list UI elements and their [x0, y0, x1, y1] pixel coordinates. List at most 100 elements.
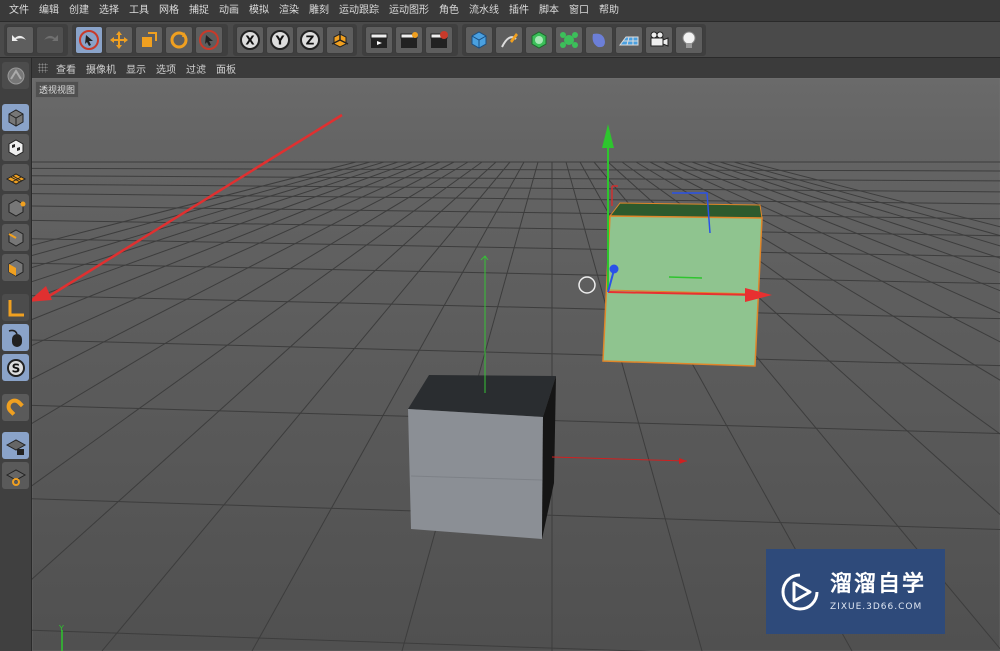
coordinate-system-button[interactable] [326, 26, 354, 54]
model-mode-button[interactable] [2, 104, 29, 131]
render-view-button[interactable] [365, 26, 393, 54]
coordinate-cube-icon [331, 31, 349, 48]
rotate-icon [170, 31, 188, 49]
menu-item-16[interactable]: 脚本 [534, 0, 564, 22]
menu-item-8[interactable]: 模拟 [244, 0, 274, 22]
edges-mode-button[interactable] [2, 224, 29, 251]
x-axis-icon: X [240, 30, 260, 50]
menu-item-17[interactable]: 窗口 [564, 0, 594, 22]
viewport-name-label: 透视视图 [35, 81, 80, 98]
light-button[interactable] [675, 26, 703, 54]
y-axis-button[interactable]: Y [266, 26, 294, 54]
cube-icon [471, 31, 487, 49]
x-axis-button[interactable]: X [236, 26, 264, 54]
cube-object-button[interactable] [465, 26, 493, 54]
main-toolbar: X Y Z [0, 22, 1000, 58]
menu-item-9[interactable]: 渲染 [274, 0, 304, 22]
clapper-gear-icon [430, 31, 448, 48]
light-bulb-icon [682, 31, 696, 48]
svg-text:Z: Z [306, 34, 315, 48]
cloner-icon [560, 32, 578, 48]
workplane-mode-button[interactable] [2, 164, 29, 191]
viewport-menu-item-5[interactable]: 面板 [216, 61, 236, 76]
points-cube-icon [8, 198, 25, 217]
magnet-button[interactable] [2, 394, 29, 421]
viewport-menu-item-0[interactable]: 查看 [56, 61, 76, 76]
gray-cube[interactable] [408, 375, 556, 539]
menu-item-13[interactable]: 角色 [434, 0, 464, 22]
planar-workplane-button[interactable] [2, 462, 29, 489]
viewport-menu-item-4[interactable]: 过滤 [186, 61, 206, 76]
rotate-button[interactable] [165, 26, 193, 54]
menu-item-14[interactable]: 流水线 [464, 0, 504, 22]
z-axis-button[interactable]: Z [296, 26, 324, 54]
deformer-icon [592, 33, 605, 48]
recent-tool-button[interactable] [195, 26, 223, 54]
y-axis-icon: Y [270, 30, 290, 50]
watermark-brand: 溜溜自学 [830, 571, 927, 597]
scale-button[interactable] [135, 26, 163, 54]
watermark-url: ZIXUE.3D66.COM [830, 601, 923, 612]
z-axis-handle[interactable] [609, 264, 619, 274]
make-editable-button[interactable] [2, 62, 29, 89]
menu-bar: 文件 编辑 创建 选择 工具 网格 捕捉 动画 模拟 渲染 雕刻 运动跟踪 运动图形 角色 流水线 插件 脚本窗… [0, 0, 1000, 22]
grid-rotate-icon [5, 468, 26, 486]
texture-mode-button[interactable] [2, 134, 29, 161]
menu-item-12[interactable]: 运动图形 [384, 0, 434, 22]
menu-item-4[interactable]: 工具 [124, 0, 154, 22]
cloner-button[interactable] [555, 26, 583, 54]
left-tool-palette: S [0, 58, 32, 651]
pen-spline-button[interactable] [495, 26, 523, 54]
deformer-button[interactable] [585, 26, 613, 54]
mouse-icon [8, 329, 22, 347]
menu-item-1[interactable]: 编辑 [34, 0, 64, 22]
selected-cube[interactable] [602, 202, 763, 367]
menu-item-3[interactable]: 选择 [94, 0, 124, 22]
redo-button[interactable] [36, 26, 64, 54]
snap-icon: S [6, 358, 25, 377]
axis-mode-button[interactable] [2, 294, 29, 321]
viewport-menu-bar: 查看 摄像机 显示 选项 过滤 面板 [32, 58, 1000, 78]
model-cube-icon [8, 108, 23, 127]
menu-item-15[interactable]: 插件 [504, 0, 534, 22]
move-button[interactable] [105, 26, 133, 54]
redo-icon [44, 35, 58, 41]
menu-item-7[interactable]: 动画 [214, 0, 244, 22]
grip-handle-icon[interactable] [38, 63, 48, 73]
z-axis-icon: Z [300, 30, 320, 50]
floor-button[interactable] [615, 26, 643, 54]
scale-icon [142, 32, 157, 47]
lock-workplane-button[interactable] [2, 432, 29, 459]
viewport-menu-item-2[interactable]: 显示 [126, 61, 146, 76]
select-cursor-icon [79, 30, 99, 50]
viewport-menu-item-1[interactable]: 摄像机 [86, 61, 116, 76]
subdivision-button[interactable] [525, 26, 553, 54]
points-mode-button[interactable] [2, 194, 29, 221]
render-picture-viewer-button[interactable] [395, 26, 423, 54]
menu-item-11[interactable]: 运动跟踪 [334, 0, 384, 22]
snap-button[interactable]: S [2, 354, 29, 381]
svg-text:Y: Y [58, 624, 64, 633]
camera-icon [650, 31, 669, 47]
make-editable-icon [7, 67, 24, 84]
menu-item-18[interactable]: 帮助 [594, 0, 624, 22]
pen-icon [501, 33, 518, 48]
menu-item-5[interactable]: 网格 [154, 0, 184, 22]
texture-checker-icon [8, 138, 23, 157]
menu-item-10[interactable]: 雕刻 [304, 0, 334, 22]
move-icon [110, 31, 128, 49]
axis-l-icon [8, 299, 24, 316]
undo-button[interactable] [6, 26, 34, 54]
menu-item-6[interactable]: 捕捉 [184, 0, 214, 22]
render-settings-button[interactable] [425, 26, 453, 54]
camera-button[interactable] [645, 26, 673, 54]
polygons-cube-icon [8, 258, 23, 277]
polygons-mode-button[interactable] [2, 254, 29, 281]
live-select-button[interactable] [75, 26, 103, 54]
menu-item-0[interactable]: 文件 [4, 0, 34, 22]
viewport-menu-item-3[interactable]: 选项 [156, 61, 176, 76]
clapper-icon [370, 33, 388, 48]
tweak-mode-button[interactable] [2, 324, 29, 351]
menu-item-2[interactable]: 创建 [64, 0, 94, 22]
magnet-icon [6, 398, 24, 416]
